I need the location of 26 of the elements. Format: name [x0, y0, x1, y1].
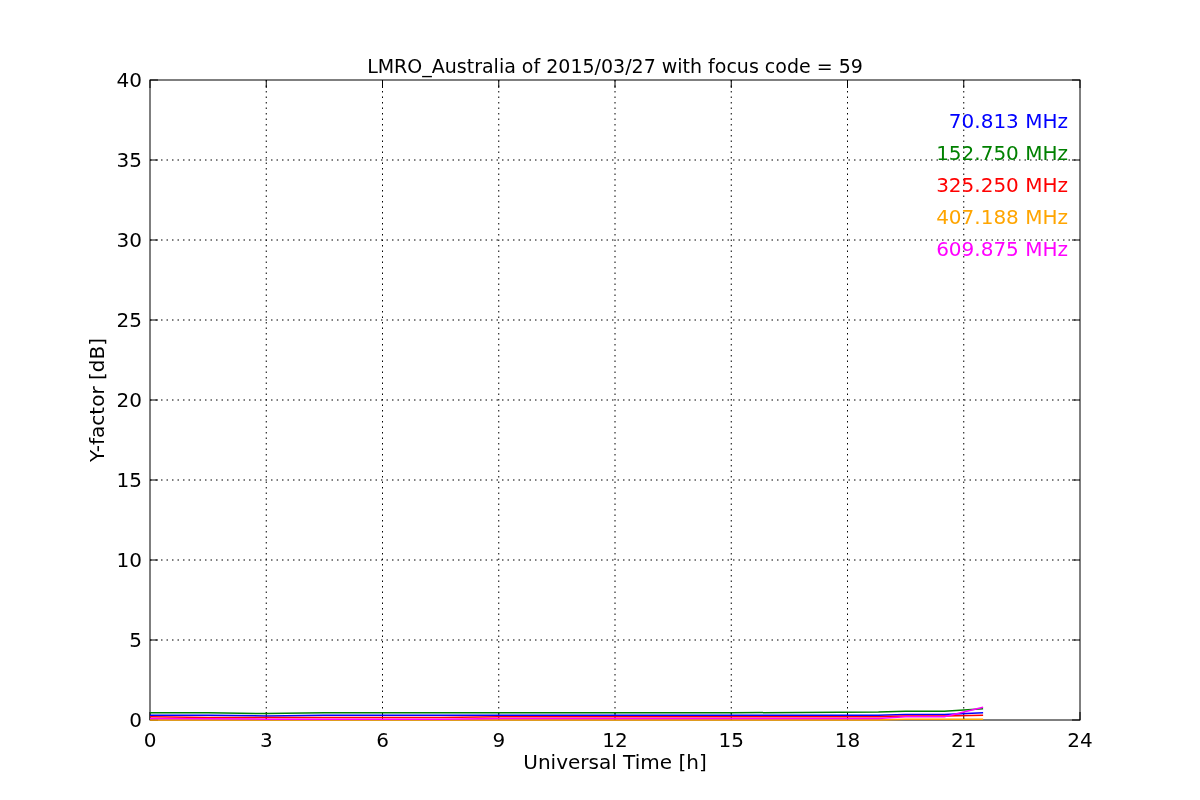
x-tick-label: 0 — [143, 728, 157, 752]
x-axis-label: Universal Time [h] — [523, 750, 707, 774]
y-tick-label: 30 — [116, 228, 142, 252]
x-tick-label: 18 — [834, 728, 861, 752]
x-tick-label: 3 — [259, 728, 273, 752]
x-tick-label: 21 — [951, 728, 977, 752]
y-tick-label: 25 — [116, 308, 142, 332]
x-tick-label: 9 — [492, 728, 506, 752]
x-tick-label: 24 — [1067, 728, 1093, 752]
legend-label: 70.813 MHz — [948, 109, 1068, 133]
y-tick-label: 35 — [116, 148, 142, 172]
x-tick-label: 6 — [376, 728, 389, 752]
x-tick-label: 15 — [718, 728, 744, 752]
y-axis-label: Y-factor [dB] — [85, 338, 109, 462]
y-tick-label: 40 — [116, 68, 142, 92]
legend-label: 609.875 MHz — [936, 237, 1068, 261]
y-tick-label: 10 — [116, 548, 142, 572]
legend-label: 325.250 MHz — [936, 173, 1068, 197]
chart-title: LMRO_Australia of 2015/03/27 with focus code = 59 — [367, 55, 863, 77]
legend-label: 407.188 MHz — [936, 205, 1068, 229]
x-tick-label: 12 — [602, 728, 628, 752]
y-tick-label: 15 — [116, 468, 142, 492]
legend-label: 152.750 MHz — [936, 141, 1068, 165]
y-tick-label: 0 — [129, 708, 142, 732]
y-tick-label: 5 — [129, 628, 142, 652]
y-tick-label: 20 — [116, 388, 142, 412]
